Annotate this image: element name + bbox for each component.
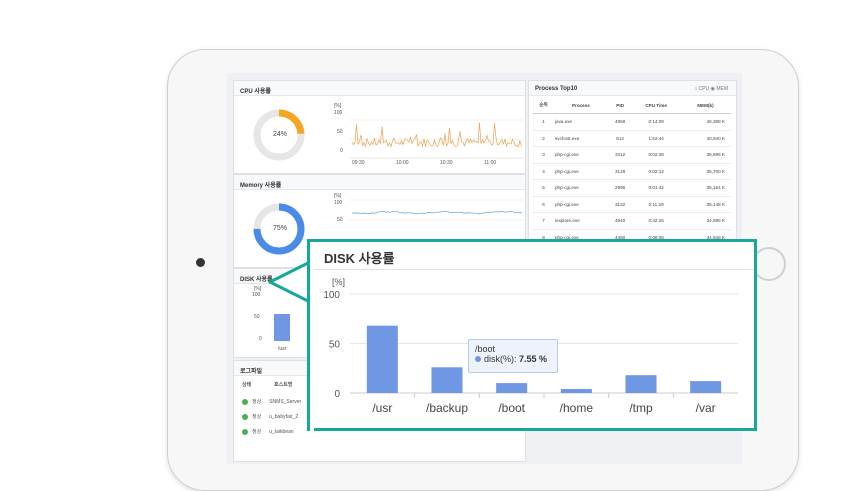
camera-icon [196,258,205,267]
cpu-y-tick: 50 [337,129,343,135]
process-legend[interactable]: ○ CPU ◉ MEM [694,86,728,92]
rank-cell: 1 [533,113,554,131]
memory-y-tick: 100 [334,200,343,206]
log-panel-title: 로그파일 [240,369,263,375]
cpu-y-tick: 0 [340,148,343,154]
disk-y-tick: 50 [254,314,260,320]
mem-cell: 40,940 K [679,130,731,147]
tooltip-series: disk(%): [484,354,517,364]
process-table: 순위 Process PID CPU Time MEM(k) 1 java.exe… [533,97,731,241]
process-name-cell: php-cgi.exe [554,179,608,197]
log-row[interactable]: 정상 u_taikbean [242,428,294,435]
rank-cell: 5 [533,179,554,197]
tooltip-category: /boot [475,344,496,354]
cpu-series-line [351,122,522,148]
process-name-cell: svchost.exe [554,130,608,147]
process-row[interactable]: 5 php-cgi.exe 2996 0:01:42 35,164 K [533,179,731,197]
process-panel: Process Top10 ○ CPU ◉ MEM 순위 Process PID… [528,80,737,242]
pid-cell: 812 [607,130,633,147]
mem-cell: 35,148 K [679,196,731,213]
process-name-cell: java.exe [554,113,608,131]
pid-cell: 3128 [607,163,633,180]
col-cpu-time: CPU Time [632,97,680,114]
process-name-cell: iexplore.exe [554,212,608,230]
disk-y-tick: 100 [252,292,261,298]
cpu-x-tick: 10:00 [396,160,409,166]
process-name-cell: php-cgi.exe [554,146,608,164]
disk-panel-title: DISK 사용률 [240,277,273,283]
mem-cell: 35,700 K [679,163,731,180]
pid-cell: 3312 [607,146,633,164]
cpu-y-tick: 100 [334,110,343,116]
cpu-x-tick: 11:00 [484,160,497,166]
mem-cell: 36,896 K [679,146,731,164]
memory-series-line [351,210,523,215]
memory-y-unit: [%] [334,193,342,199]
log-col-status: 상태 [242,382,252,388]
rank-cell: 6 [533,196,554,213]
log-col-host: 호스트명 [274,382,293,388]
process-row[interactable]: 2 svchost.exe 812 1:52:44 40,940 K [533,130,731,147]
rank-cell: 4 [533,163,554,180]
process-row[interactable]: 3 php-cgi.exe 3312 0:02:26 36,896 K [533,146,731,164]
cpu-chart-area [253,109,524,161]
series-dot-icon [475,356,481,362]
cpu-time-cell: 0:11:29 [632,196,680,213]
pid-cell: 4940 [607,212,633,230]
callout-pointer-gap [310,242,760,434]
bar-tooltip: /boot disk(%): 7.55 % [468,339,558,373]
cpu-time-cell: 0:02:26 [632,146,680,164]
cpu-x-tick: 10:30 [440,160,453,166]
mem-cell: 34,896 K [679,212,731,230]
cpu-time-cell: 0:01:42 [632,179,680,197]
cpu-time-cell: 0:14:09 [632,113,680,131]
memory-gauge-label: 75% [273,225,288,232]
tooltip-value: 7.55 % [519,354,548,364]
col-pid: PID [607,97,633,114]
ok-status-icon [242,428,248,435]
process-name-cell: php-cgi.exe [554,163,608,180]
process-name-cell: php-cgi.exe [554,196,608,213]
pid-cell: 2996 [607,179,633,197]
mem-cell: 35,164 K [679,179,731,197]
process-panel-title: Process Top10 [535,86,578,92]
cpu-time-cell: 0:02:12 [632,163,680,180]
process-row[interactable]: 1 java.exe 4868 0:14:09 46,388 K [533,113,731,131]
pid-cell: 3132 [607,196,633,213]
pid-cell: 4868 [607,113,633,131]
cpu-time-cell: 0:42:25 [632,212,680,230]
process-row[interactable]: 6 php-cgi.exe 3132 0:11:29 35,148 K [533,196,731,213]
cpu-gauge-label: 24% [273,131,288,138]
rank-cell: 7 [533,212,554,230]
cpu-y-unit: [%] [334,103,342,109]
disk-mini-bar [274,314,290,341]
process-row[interactable]: 7 iexplore.exe 4940 0:42:25 34,896 K [533,212,731,230]
disk-mini-category: /usr [278,346,287,352]
process-row[interactable]: 4 php-cgi.exe 3128 0:02:12 35,700 K [533,163,731,180]
disk-y-tick: 0 [259,336,262,342]
log-row[interactable]: 정상 u_babyfair_2 [242,413,298,420]
ok-status-icon [242,413,248,420]
rank-cell: 3 [533,146,554,164]
memory-y-tick: 50 [337,217,343,223]
log-row[interactable]: 정상 SNMS_Server [242,398,301,405]
col-mem: MEM(k) [679,97,731,114]
col-process: Process [554,97,608,114]
mem-cell: 46,388 K [679,113,731,131]
cpu-x-tick: 09:30 [352,160,365,166]
col-rank: 순위 [533,97,554,114]
cpu-panel: CPU 사용률 24% [%] 100 50 0 09:30 10:00 10:… [233,80,526,174]
rank-cell: 2 [533,130,554,147]
ok-status-icon [242,398,248,405]
cpu-time-cell: 1:52:44 [632,130,680,147]
